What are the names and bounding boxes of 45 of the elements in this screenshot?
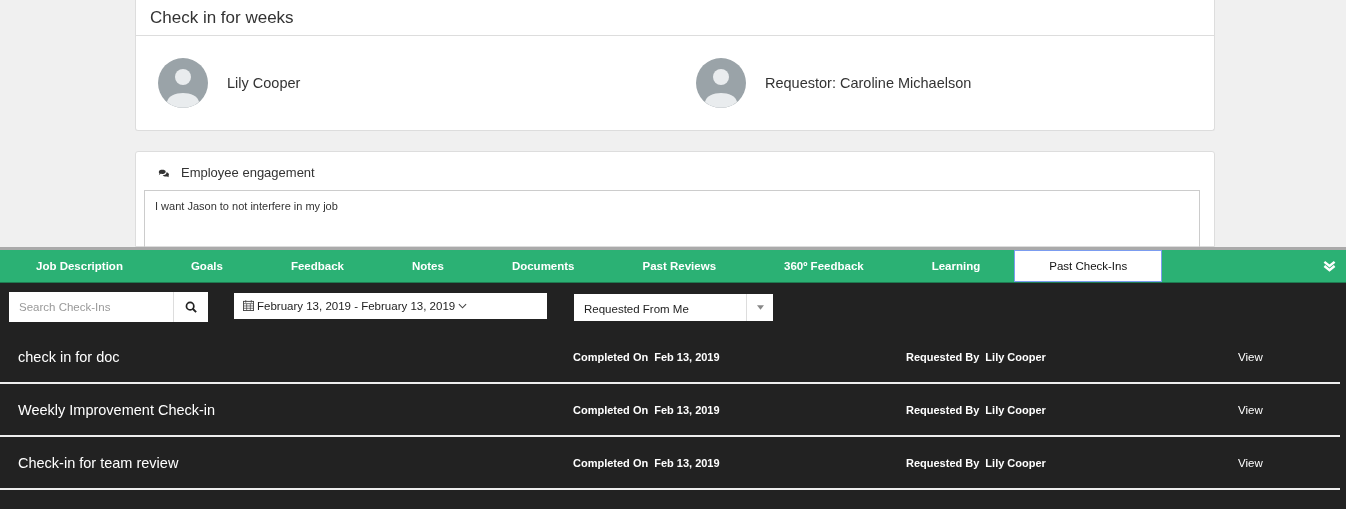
completed-label: Completed On (573, 350, 649, 363)
double-chevron-down-icon[interactable] (1323, 260, 1336, 272)
tab[interactable]: Learning (897, 250, 1015, 282)
avatar-icon (696, 58, 746, 108)
chevron-down-icon (458, 302, 468, 309)
completed-date: Feb 13, 2019 (654, 456, 720, 469)
view-link[interactable]: View (1238, 350, 1263, 363)
calendar-icon (243, 300, 254, 311)
search-button[interactable] (173, 292, 208, 322)
requester-name: Lily Cooper (985, 403, 1046, 416)
tab[interactable]: Goals (156, 250, 257, 282)
view-link[interactable]: View (1238, 403, 1263, 416)
view-link[interactable]: View (1238, 456, 1263, 469)
completed-label: Completed On (573, 403, 649, 416)
checkin-title: Weekly Improvement Check-in (17, 401, 217, 418)
date-range-picker[interactable]: February 13, 2019 - February 13, 2019 (234, 292, 547, 319)
search-field[interactable]: Search Check-Ins (9, 292, 173, 322)
requested-label: Requested By (906, 456, 980, 469)
tab[interactable]: Job Description (0, 250, 157, 282)
tab[interactable]: Notes (377, 250, 478, 282)
completed-label: Completed On (573, 456, 649, 469)
page-title: Check in for weeks (150, 7, 294, 28)
comments-icon (158, 167, 170, 178)
completed-date: Feb 13, 2019 (654, 403, 720, 416)
completed-date: Feb 13, 2019 (654, 350, 720, 363)
search-icon (185, 301, 197, 313)
person-name: Requestor: Caroline Michaelson (765, 75, 972, 91)
requester-name: Lily Cooper (985, 456, 1046, 469)
tab[interactable]: Past Check-Ins (1014, 250, 1163, 282)
person-name: Lily Cooper (227, 75, 301, 91)
checkin-title: check in for doc (17, 348, 121, 365)
tab[interactable]: Documents (477, 250, 609, 282)
avatar-icon (158, 58, 208, 108)
dropdown-arrow-icon (756, 304, 764, 310)
requested-label: Requested By (906, 403, 980, 416)
question-title: Employee engagement (181, 165, 315, 180)
requester-name: Lily Cooper (985, 350, 1046, 363)
date-range-text: February 13, 2019 - February 13, 2019 (257, 299, 456, 312)
tab[interactable]: Past Reviews (608, 250, 751, 282)
filter-dropdown[interactable]: Requested From Me (574, 293, 773, 321)
tab[interactable]: Feedback (256, 250, 378, 282)
filter-value: Requested From Me (583, 301, 690, 315)
checkin-title: Check-in for team review (17, 454, 180, 471)
requested-label: Requested By (906, 350, 980, 363)
tab[interactable]: 360º Feedback (750, 250, 898, 282)
